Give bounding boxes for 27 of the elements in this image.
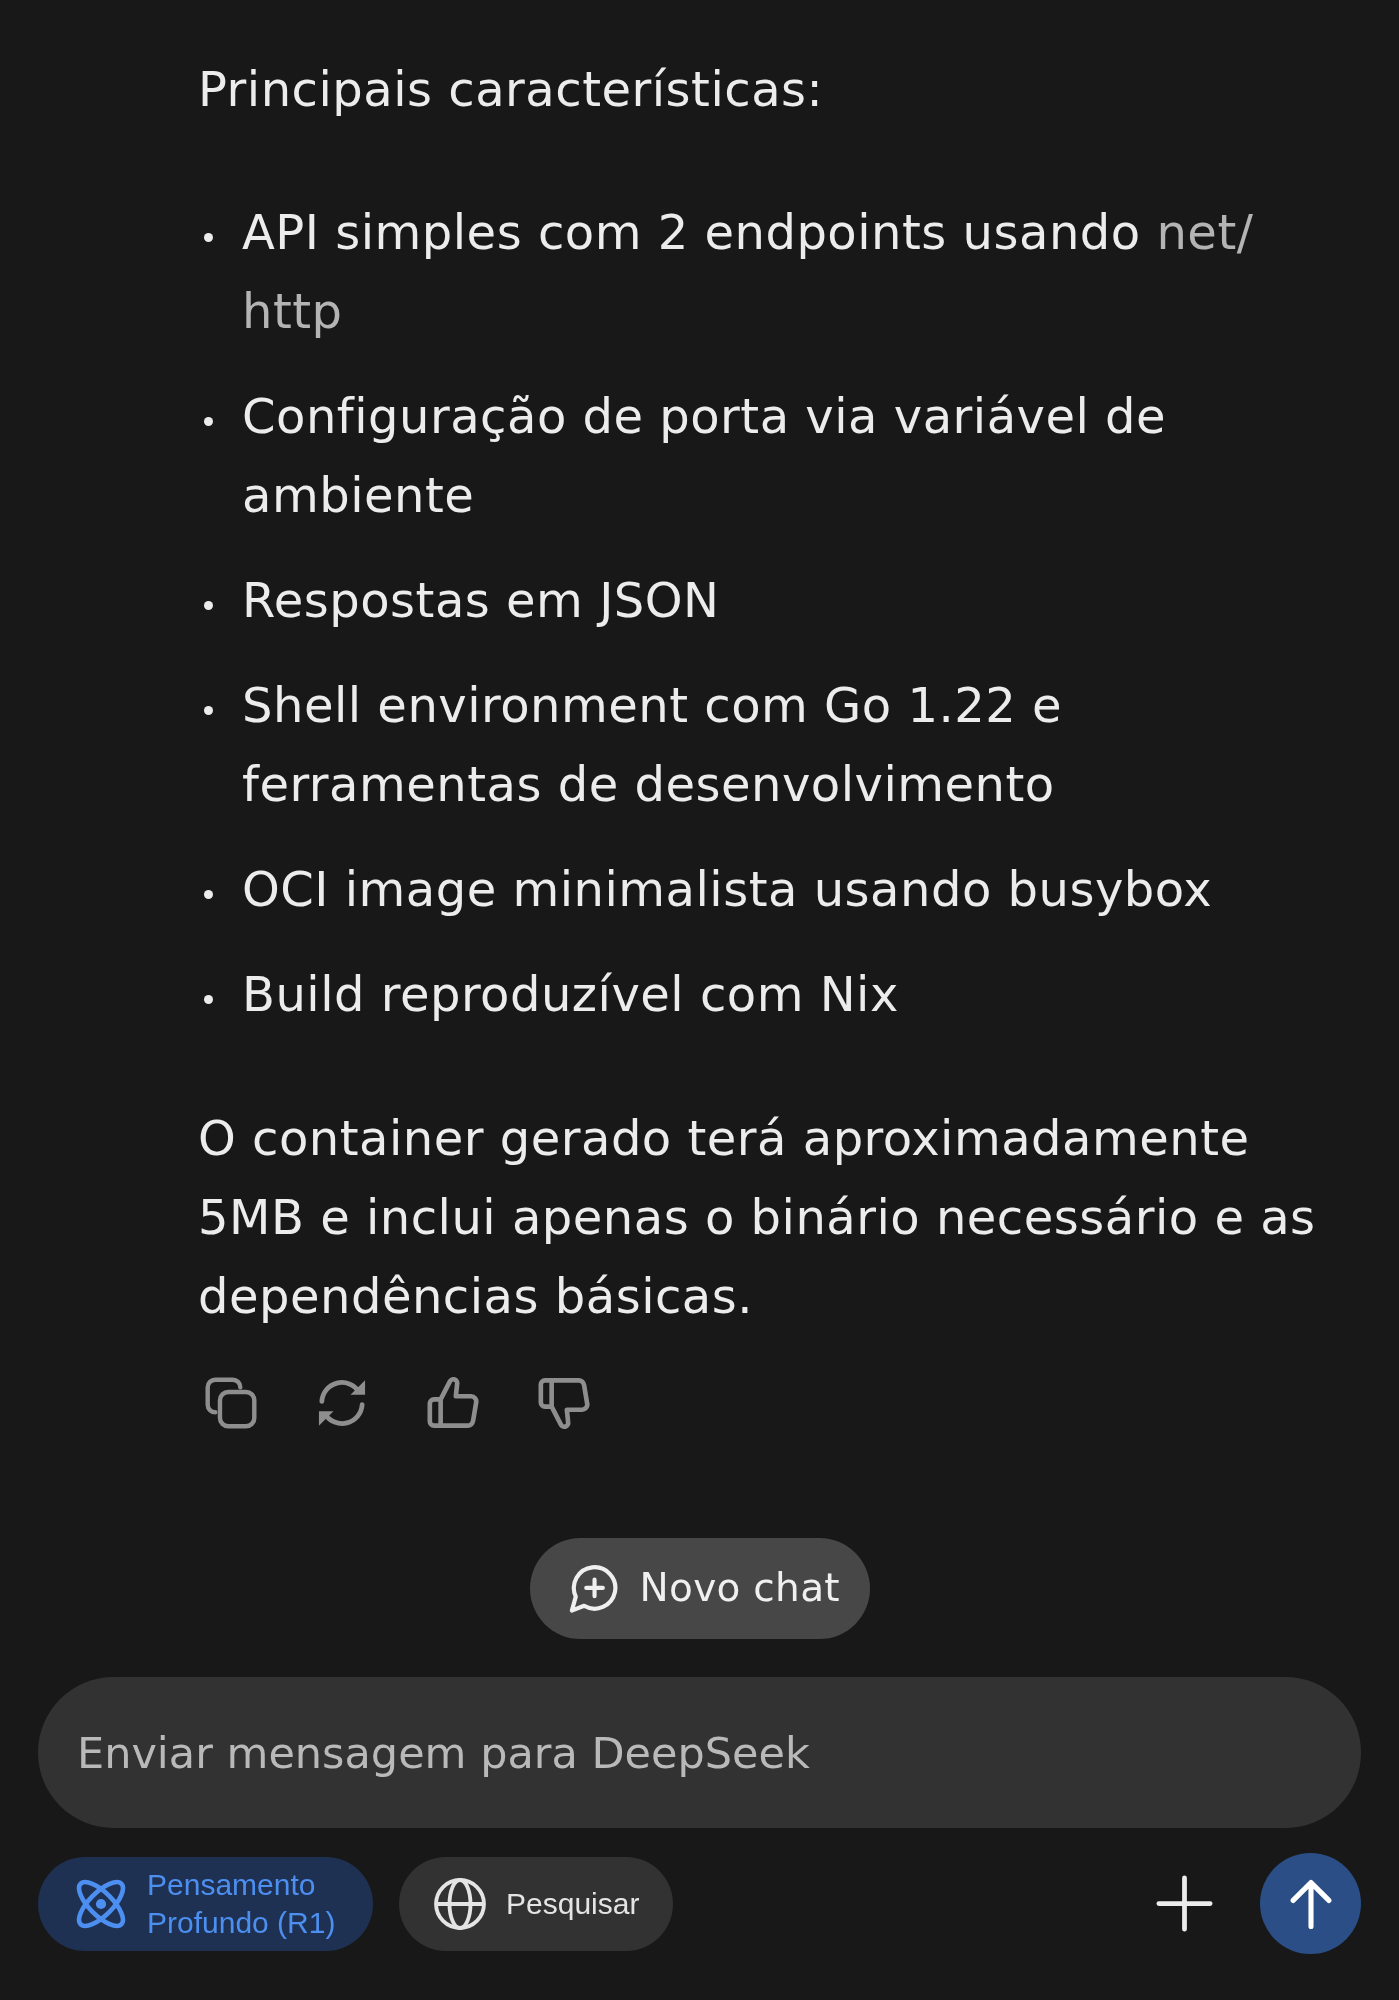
arrow-up-icon: [1289, 1878, 1332, 1929]
list-item-text: Respostas em JSON: [242, 571, 721, 630]
list-item-text: API simples com 2 endpoints usando net/http: [242, 203, 1255, 341]
bullet-icon: [204, 706, 213, 715]
thumbs-down-icon[interactable]: [538, 1377, 590, 1429]
globe-icon: [434, 1877, 486, 1930]
bullet-icon: [204, 601, 213, 610]
bullet-icon: [204, 417, 213, 426]
plus-icon[interactable]: [1156, 1875, 1213, 1932]
atom-icon: [75, 1877, 127, 1930]
list-item-text: OCI image minimalista usando busybox: [242, 860, 1214, 919]
deep-think-toggle[interactable]: Pensamento Profundo (R1): [38, 1856, 373, 1951]
message-paragraph: O container gerado terá aproximadamente 5MB e inclui apenas o binário necessário e as dependências básicas.: [198, 1109, 1317, 1326]
list-item-text: Build reproduzível com Nix: [242, 965, 900, 1024]
search-toggle[interactable]: Pesquisar: [399, 1856, 674, 1951]
message-heading: Principais características:: [198, 60, 825, 119]
copy-icon[interactable]: [205, 1377, 257, 1429]
new-chat-button[interactable]: Novo chat: [529, 1538, 870, 1639]
message-input[interactable]: Enviar mensagem para DeepSeek: [38, 1677, 1361, 1828]
bullet-icon: [204, 233, 213, 242]
chat-plus-icon: [568, 1564, 619, 1613]
bullet-icon: [204, 890, 213, 899]
thumbs-up-icon[interactable]: [427, 1377, 479, 1429]
list-item-text: Shell environment com Go 1.22 e ferramentas de desenvolvimento: [242, 676, 1064, 814]
list-item-text: Configuração de porta via variável de ambiente: [242, 387, 1168, 525]
refresh-icon[interactable]: [316, 1377, 368, 1429]
bullet-icon: [204, 995, 213, 1004]
